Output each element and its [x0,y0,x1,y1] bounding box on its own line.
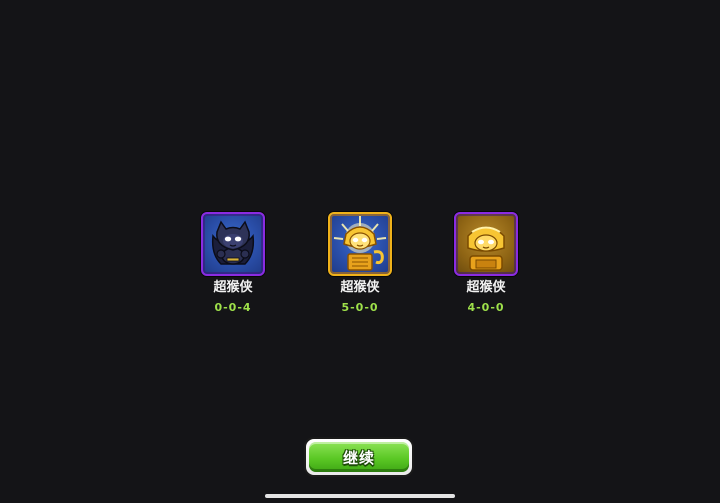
reward-card-sun-temple: 超猴侠 4-0-0 [453,212,519,315]
sun-temple-monkey-icon [454,212,518,276]
reward-card-dark-knight: 超猴侠 0-0-4 [200,212,266,315]
reward-name: 超猴侠 [466,280,506,295]
upgrade-path: 0-0-4 [214,301,252,314]
upgrade-path: 5-0-0 [341,301,379,314]
reward-card-sun-god: 超猴侠 5-0-0 [327,212,393,315]
continue-button-label: 继续 [309,442,409,472]
dark-knight-monkey-icon [201,212,265,276]
golden-sun-god-monkey-icon [328,212,392,276]
home-indicator[interactable] [265,494,455,498]
reward-name: 超猴侠 [213,280,253,295]
reward-list: 超猴侠 0-0-4 超猴侠 5-0-0 超猴侠 4-0-0 [0,0,720,503]
reward-name: 超猴侠 [340,280,380,295]
continue-button[interactable]: 继续 [304,437,414,477]
upgrade-path: 4-0-0 [467,301,505,314]
